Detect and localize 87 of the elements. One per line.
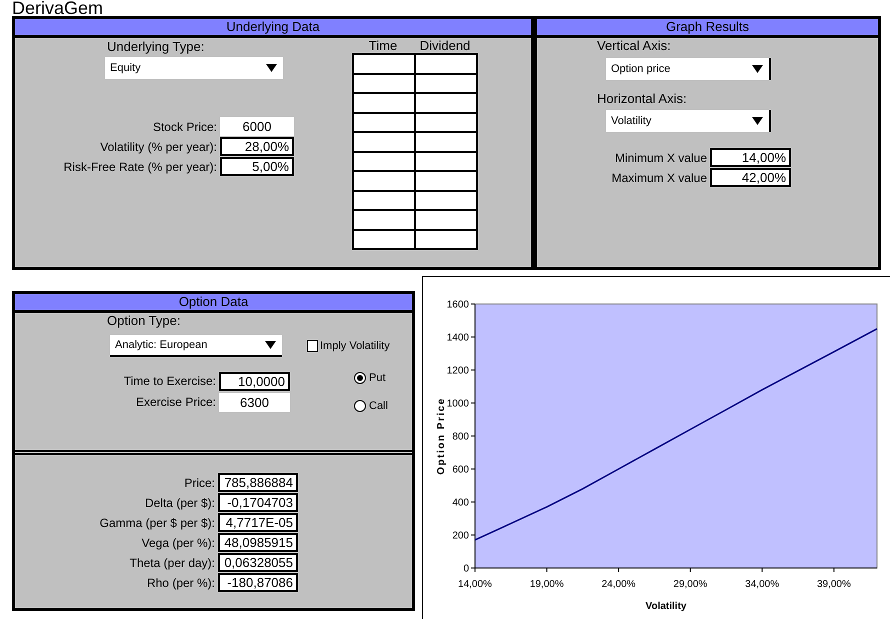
dropdown-arrow-icon: [752, 65, 763, 73]
result-value: 0,06328055: [218, 553, 298, 572]
dropdown-arrow-icon: [265, 341, 276, 349]
input-field[interactable]: 5,00%: [220, 157, 294, 176]
table-cell[interactable]: [354, 94, 414, 112]
axis-tick-label: 1000: [446, 398, 469, 410]
field-label: Volatility (% per year):: [99, 138, 218, 156]
radio-button[interactable]: [354, 372, 366, 384]
field-label: Gamma (per $ per $):: [98, 514, 216, 532]
field-label: Delta (per $):: [144, 494, 216, 512]
input-field[interactable]: 28,00%: [220, 137, 294, 156]
radio-button[interactable]: [354, 400, 366, 412]
table-cell[interactable]: [416, 192, 476, 209]
table-cell[interactable]: [416, 94, 476, 112]
axis-title: Option Price: [436, 397, 447, 475]
axis-tick-label: 400: [452, 498, 469, 508]
column-header: Time: [368, 39, 398, 53]
field-label: Minimum X value: [614, 150, 708, 166]
table-cell[interactable]: [354, 74, 414, 92]
axis-tick-label: 1400: [446, 332, 469, 344]
dropdown[interactable]: Analytic: European: [110, 335, 282, 357]
dropdown[interactable]: Equity: [105, 57, 283, 79]
result-value: 48,0985915: [218, 533, 298, 552]
table-cell[interactable]: [354, 55, 414, 72]
table-cell[interactable]: [354, 211, 414, 228]
panel-header: Underlying Data: [15, 19, 531, 38]
input-field[interactable]: 6000: [220, 117, 294, 136]
axis-tick-label: 1600: [446, 300, 469, 310]
axis-tick-label: 14,00%: [458, 579, 492, 590]
column-header: Dividend: [418, 39, 472, 53]
input-field[interactable]: 6300: [219, 392, 290, 412]
axis-tick-label: 800: [452, 432, 469, 442]
field-label: Horizontal Axis:: [597, 91, 688, 107]
panel-header: Option Data: [15, 294, 412, 313]
table-cell[interactable]: [416, 172, 476, 190]
field-label: Vertical Axis:: [597, 38, 672, 54]
field-label: Price:: [183, 474, 216, 492]
axis-tick-label: 29,00%: [673, 579, 708, 590]
dropdown-arrow-icon: [752, 117, 763, 125]
input-field[interactable]: 10,0000: [219, 372, 290, 390]
axis-tick-label: 600: [452, 464, 469, 476]
field-label: Theta (per day):: [128, 554, 216, 572]
radio-label: Call: [369, 400, 388, 412]
field-label: Maximum X value: [610, 170, 708, 186]
table-cell[interactable]: [416, 230, 476, 248]
table-cell[interactable]: [416, 152, 476, 170]
axis-tick-label: 34,00%: [745, 579, 780, 590]
field-label: Rho (per %):: [146, 574, 216, 592]
table-cell[interactable]: [354, 114, 414, 131]
table-cell[interactable]: [416, 114, 476, 131]
radio-label: Put: [369, 372, 386, 384]
result-value: -180,87086: [218, 573, 298, 592]
axis-tick-label: 0: [463, 564, 469, 574]
result-value: -0,1704703: [218, 493, 298, 512]
panel-header: Graph Results: [537, 19, 878, 38]
dropdown[interactable]: Volatility: [606, 110, 771, 132]
table-cell[interactable]: [354, 133, 414, 150]
axis-tick-label: 200: [452, 530, 469, 542]
input-field[interactable]: 14,00%: [710, 148, 791, 167]
table-cell[interactable]: [354, 192, 414, 209]
axis-tick-label: 24,00%: [602, 579, 636, 590]
result-value: 4,7717E-05: [218, 513, 298, 532]
field-label: Underlying Type:: [106, 38, 206, 56]
table-cell[interactable]: [354, 230, 414, 248]
axis-tick-label: 19,00%: [530, 579, 564, 590]
table-cell[interactable]: [416, 74, 476, 92]
field-label: Stock Price:: [152, 118, 218, 136]
field-label: Option Type:: [107, 313, 182, 329]
dropdown[interactable]: Option price: [606, 58, 771, 80]
field-label: Time to Exercise:: [122, 373, 217, 390]
table-cell[interactable]: [354, 152, 414, 170]
checkbox[interactable]: [307, 340, 318, 352]
checkbox-label: Imply Volatility: [320, 340, 390, 352]
field-label: Risk-Free Rate (% per year):: [62, 158, 218, 176]
field-label: Exercise Price:: [134, 394, 217, 411]
table-cell[interactable]: [416, 133, 476, 150]
table-cell[interactable]: [354, 172, 414, 190]
field-label: Vega (per %):: [140, 534, 216, 552]
dropdown-arrow-icon: [266, 64, 277, 72]
table-cell[interactable]: [416, 55, 476, 72]
table-cell[interactable]: [416, 211, 476, 228]
axis-tick-label: 1200: [446, 366, 469, 376]
app-title: DerivaGem: [11, 0, 104, 16]
input-field[interactable]: 42,00%: [710, 168, 791, 187]
result-value: 785,886884: [218, 473, 298, 492]
axis-tick-label: 39,00%: [816, 579, 851, 590]
axis-title: Volatility: [646, 601, 686, 612]
